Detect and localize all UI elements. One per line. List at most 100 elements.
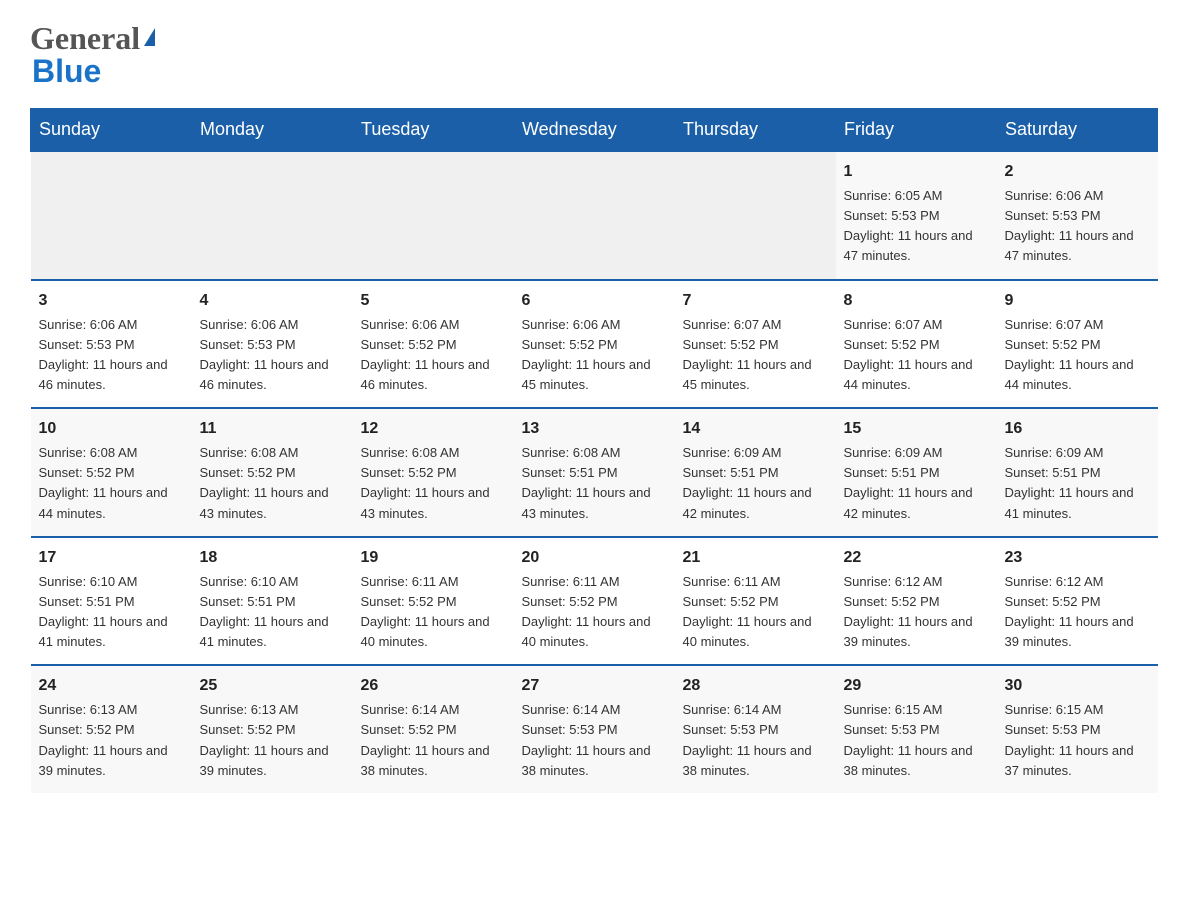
day-info: Sunrise: 6:06 AMSunset: 5:52 PMDaylight:… xyxy=(361,315,506,396)
day-number: 20 xyxy=(522,546,667,570)
day-info: Sunrise: 6:12 AMSunset: 5:52 PMDaylight:… xyxy=(844,572,989,653)
day-number: 7 xyxy=(683,289,828,313)
calendar-cell: 25Sunrise: 6:13 AMSunset: 5:52 PMDayligh… xyxy=(192,665,353,793)
days-header-row: SundayMondayTuesdayWednesdayThursdayFrid… xyxy=(31,109,1158,152)
calendar-cell: 7Sunrise: 6:07 AMSunset: 5:52 PMDaylight… xyxy=(675,280,836,409)
calendar-cell: 26Sunrise: 6:14 AMSunset: 5:52 PMDayligh… xyxy=(353,665,514,793)
day-info: Sunrise: 6:07 AMSunset: 5:52 PMDaylight:… xyxy=(1005,315,1150,396)
calendar-cell: 2Sunrise: 6:06 AMSunset: 5:53 PMDaylight… xyxy=(997,151,1158,280)
day-number: 30 xyxy=(1005,674,1150,698)
day-number: 26 xyxy=(361,674,506,698)
page-header: General Blue xyxy=(30,20,1158,90)
calendar-cell: 12Sunrise: 6:08 AMSunset: 5:52 PMDayligh… xyxy=(353,408,514,537)
calendar-cell: 1Sunrise: 6:05 AMSunset: 5:53 PMDaylight… xyxy=(836,151,997,280)
calendar-cell xyxy=(192,151,353,280)
day-info: Sunrise: 6:06 AMSunset: 5:52 PMDaylight:… xyxy=(522,315,667,396)
calendar-cell: 27Sunrise: 6:14 AMSunset: 5:53 PMDayligh… xyxy=(514,665,675,793)
day-info: Sunrise: 6:06 AMSunset: 5:53 PMDaylight:… xyxy=(39,315,184,396)
day-info: Sunrise: 6:09 AMSunset: 5:51 PMDaylight:… xyxy=(1005,443,1150,524)
logo: General Blue xyxy=(30,20,155,90)
day-info: Sunrise: 6:07 AMSunset: 5:52 PMDaylight:… xyxy=(844,315,989,396)
day-info: Sunrise: 6:09 AMSunset: 5:51 PMDaylight:… xyxy=(683,443,828,524)
calendar-cell: 8Sunrise: 6:07 AMSunset: 5:52 PMDaylight… xyxy=(836,280,997,409)
day-info: Sunrise: 6:14 AMSunset: 5:52 PMDaylight:… xyxy=(361,700,506,781)
day-info: Sunrise: 6:10 AMSunset: 5:51 PMDaylight:… xyxy=(200,572,345,653)
logo-triangle-icon xyxy=(144,28,155,46)
day-info: Sunrise: 6:10 AMSunset: 5:51 PMDaylight:… xyxy=(39,572,184,653)
day-number: 19 xyxy=(361,546,506,570)
day-header-thursday: Thursday xyxy=(675,109,836,152)
calendar-week-row: 3Sunrise: 6:06 AMSunset: 5:53 PMDaylight… xyxy=(31,280,1158,409)
calendar-cell: 22Sunrise: 6:12 AMSunset: 5:52 PMDayligh… xyxy=(836,537,997,666)
day-info: Sunrise: 6:14 AMSunset: 5:53 PMDaylight:… xyxy=(522,700,667,781)
calendar-cell: 11Sunrise: 6:08 AMSunset: 5:52 PMDayligh… xyxy=(192,408,353,537)
day-number: 3 xyxy=(39,289,184,313)
calendar-week-row: 1Sunrise: 6:05 AMSunset: 5:53 PMDaylight… xyxy=(31,151,1158,280)
day-number: 23 xyxy=(1005,546,1150,570)
calendar-cell: 18Sunrise: 6:10 AMSunset: 5:51 PMDayligh… xyxy=(192,537,353,666)
day-info: Sunrise: 6:15 AMSunset: 5:53 PMDaylight:… xyxy=(1005,700,1150,781)
day-number: 17 xyxy=(39,546,184,570)
calendar-cell: 10Sunrise: 6:08 AMSunset: 5:52 PMDayligh… xyxy=(31,408,192,537)
day-number: 29 xyxy=(844,674,989,698)
day-info: Sunrise: 6:13 AMSunset: 5:52 PMDaylight:… xyxy=(200,700,345,781)
calendar-cell xyxy=(675,151,836,280)
calendar-table: SundayMondayTuesdayWednesdayThursdayFrid… xyxy=(30,108,1158,793)
calendar-cell: 21Sunrise: 6:11 AMSunset: 5:52 PMDayligh… xyxy=(675,537,836,666)
day-number: 9 xyxy=(1005,289,1150,313)
day-info: Sunrise: 6:11 AMSunset: 5:52 PMDaylight:… xyxy=(361,572,506,653)
calendar-cell xyxy=(31,151,192,280)
day-header-tuesday: Tuesday xyxy=(353,109,514,152)
calendar-cell: 16Sunrise: 6:09 AMSunset: 5:51 PMDayligh… xyxy=(997,408,1158,537)
day-number: 14 xyxy=(683,417,828,441)
calendar-cell: 28Sunrise: 6:14 AMSunset: 5:53 PMDayligh… xyxy=(675,665,836,793)
calendar-cell: 9Sunrise: 6:07 AMSunset: 5:52 PMDaylight… xyxy=(997,280,1158,409)
calendar-week-row: 10Sunrise: 6:08 AMSunset: 5:52 PMDayligh… xyxy=(31,408,1158,537)
calendar-body: 1Sunrise: 6:05 AMSunset: 5:53 PMDaylight… xyxy=(31,151,1158,793)
day-info: Sunrise: 6:13 AMSunset: 5:52 PMDaylight:… xyxy=(39,700,184,781)
logo-blue-text: Blue xyxy=(32,53,101,90)
day-info: Sunrise: 6:11 AMSunset: 5:52 PMDaylight:… xyxy=(522,572,667,653)
day-info: Sunrise: 6:14 AMSunset: 5:53 PMDaylight:… xyxy=(683,700,828,781)
day-number: 8 xyxy=(844,289,989,313)
day-header-wednesday: Wednesday xyxy=(514,109,675,152)
calendar-week-row: 24Sunrise: 6:13 AMSunset: 5:52 PMDayligh… xyxy=(31,665,1158,793)
day-number: 18 xyxy=(200,546,345,570)
day-info: Sunrise: 6:08 AMSunset: 5:52 PMDaylight:… xyxy=(39,443,184,524)
day-info: Sunrise: 6:06 AMSunset: 5:53 PMDaylight:… xyxy=(200,315,345,396)
day-header-monday: Monday xyxy=(192,109,353,152)
day-info: Sunrise: 6:11 AMSunset: 5:52 PMDaylight:… xyxy=(683,572,828,653)
day-header-friday: Friday xyxy=(836,109,997,152)
calendar-week-row: 17Sunrise: 6:10 AMSunset: 5:51 PMDayligh… xyxy=(31,537,1158,666)
day-info: Sunrise: 6:08 AMSunset: 5:52 PMDaylight:… xyxy=(200,443,345,524)
calendar-cell: 17Sunrise: 6:10 AMSunset: 5:51 PMDayligh… xyxy=(31,537,192,666)
calendar-cell: 5Sunrise: 6:06 AMSunset: 5:52 PMDaylight… xyxy=(353,280,514,409)
day-info: Sunrise: 6:08 AMSunset: 5:52 PMDaylight:… xyxy=(361,443,506,524)
day-info: Sunrise: 6:12 AMSunset: 5:52 PMDaylight:… xyxy=(1005,572,1150,653)
day-number: 11 xyxy=(200,417,345,441)
calendar-header: SundayMondayTuesdayWednesdayThursdayFrid… xyxy=(31,109,1158,152)
day-number: 1 xyxy=(844,160,989,184)
calendar-cell: 30Sunrise: 6:15 AMSunset: 5:53 PMDayligh… xyxy=(997,665,1158,793)
day-number: 13 xyxy=(522,417,667,441)
day-info: Sunrise: 6:06 AMSunset: 5:53 PMDaylight:… xyxy=(1005,186,1150,267)
calendar-cell: 6Sunrise: 6:06 AMSunset: 5:52 PMDaylight… xyxy=(514,280,675,409)
day-number: 25 xyxy=(200,674,345,698)
calendar-cell: 4Sunrise: 6:06 AMSunset: 5:53 PMDaylight… xyxy=(192,280,353,409)
day-info: Sunrise: 6:08 AMSunset: 5:51 PMDaylight:… xyxy=(522,443,667,524)
day-info: Sunrise: 6:05 AMSunset: 5:53 PMDaylight:… xyxy=(844,186,989,267)
day-number: 21 xyxy=(683,546,828,570)
day-info: Sunrise: 6:09 AMSunset: 5:51 PMDaylight:… xyxy=(844,443,989,524)
day-number: 2 xyxy=(1005,160,1150,184)
day-number: 15 xyxy=(844,417,989,441)
calendar-cell: 20Sunrise: 6:11 AMSunset: 5:52 PMDayligh… xyxy=(514,537,675,666)
calendar-cell xyxy=(353,151,514,280)
day-number: 5 xyxy=(361,289,506,313)
day-number: 16 xyxy=(1005,417,1150,441)
day-number: 24 xyxy=(39,674,184,698)
calendar-cell: 14Sunrise: 6:09 AMSunset: 5:51 PMDayligh… xyxy=(675,408,836,537)
calendar-cell: 15Sunrise: 6:09 AMSunset: 5:51 PMDayligh… xyxy=(836,408,997,537)
calendar-cell: 24Sunrise: 6:13 AMSunset: 5:52 PMDayligh… xyxy=(31,665,192,793)
calendar-cell: 13Sunrise: 6:08 AMSunset: 5:51 PMDayligh… xyxy=(514,408,675,537)
day-number: 22 xyxy=(844,546,989,570)
